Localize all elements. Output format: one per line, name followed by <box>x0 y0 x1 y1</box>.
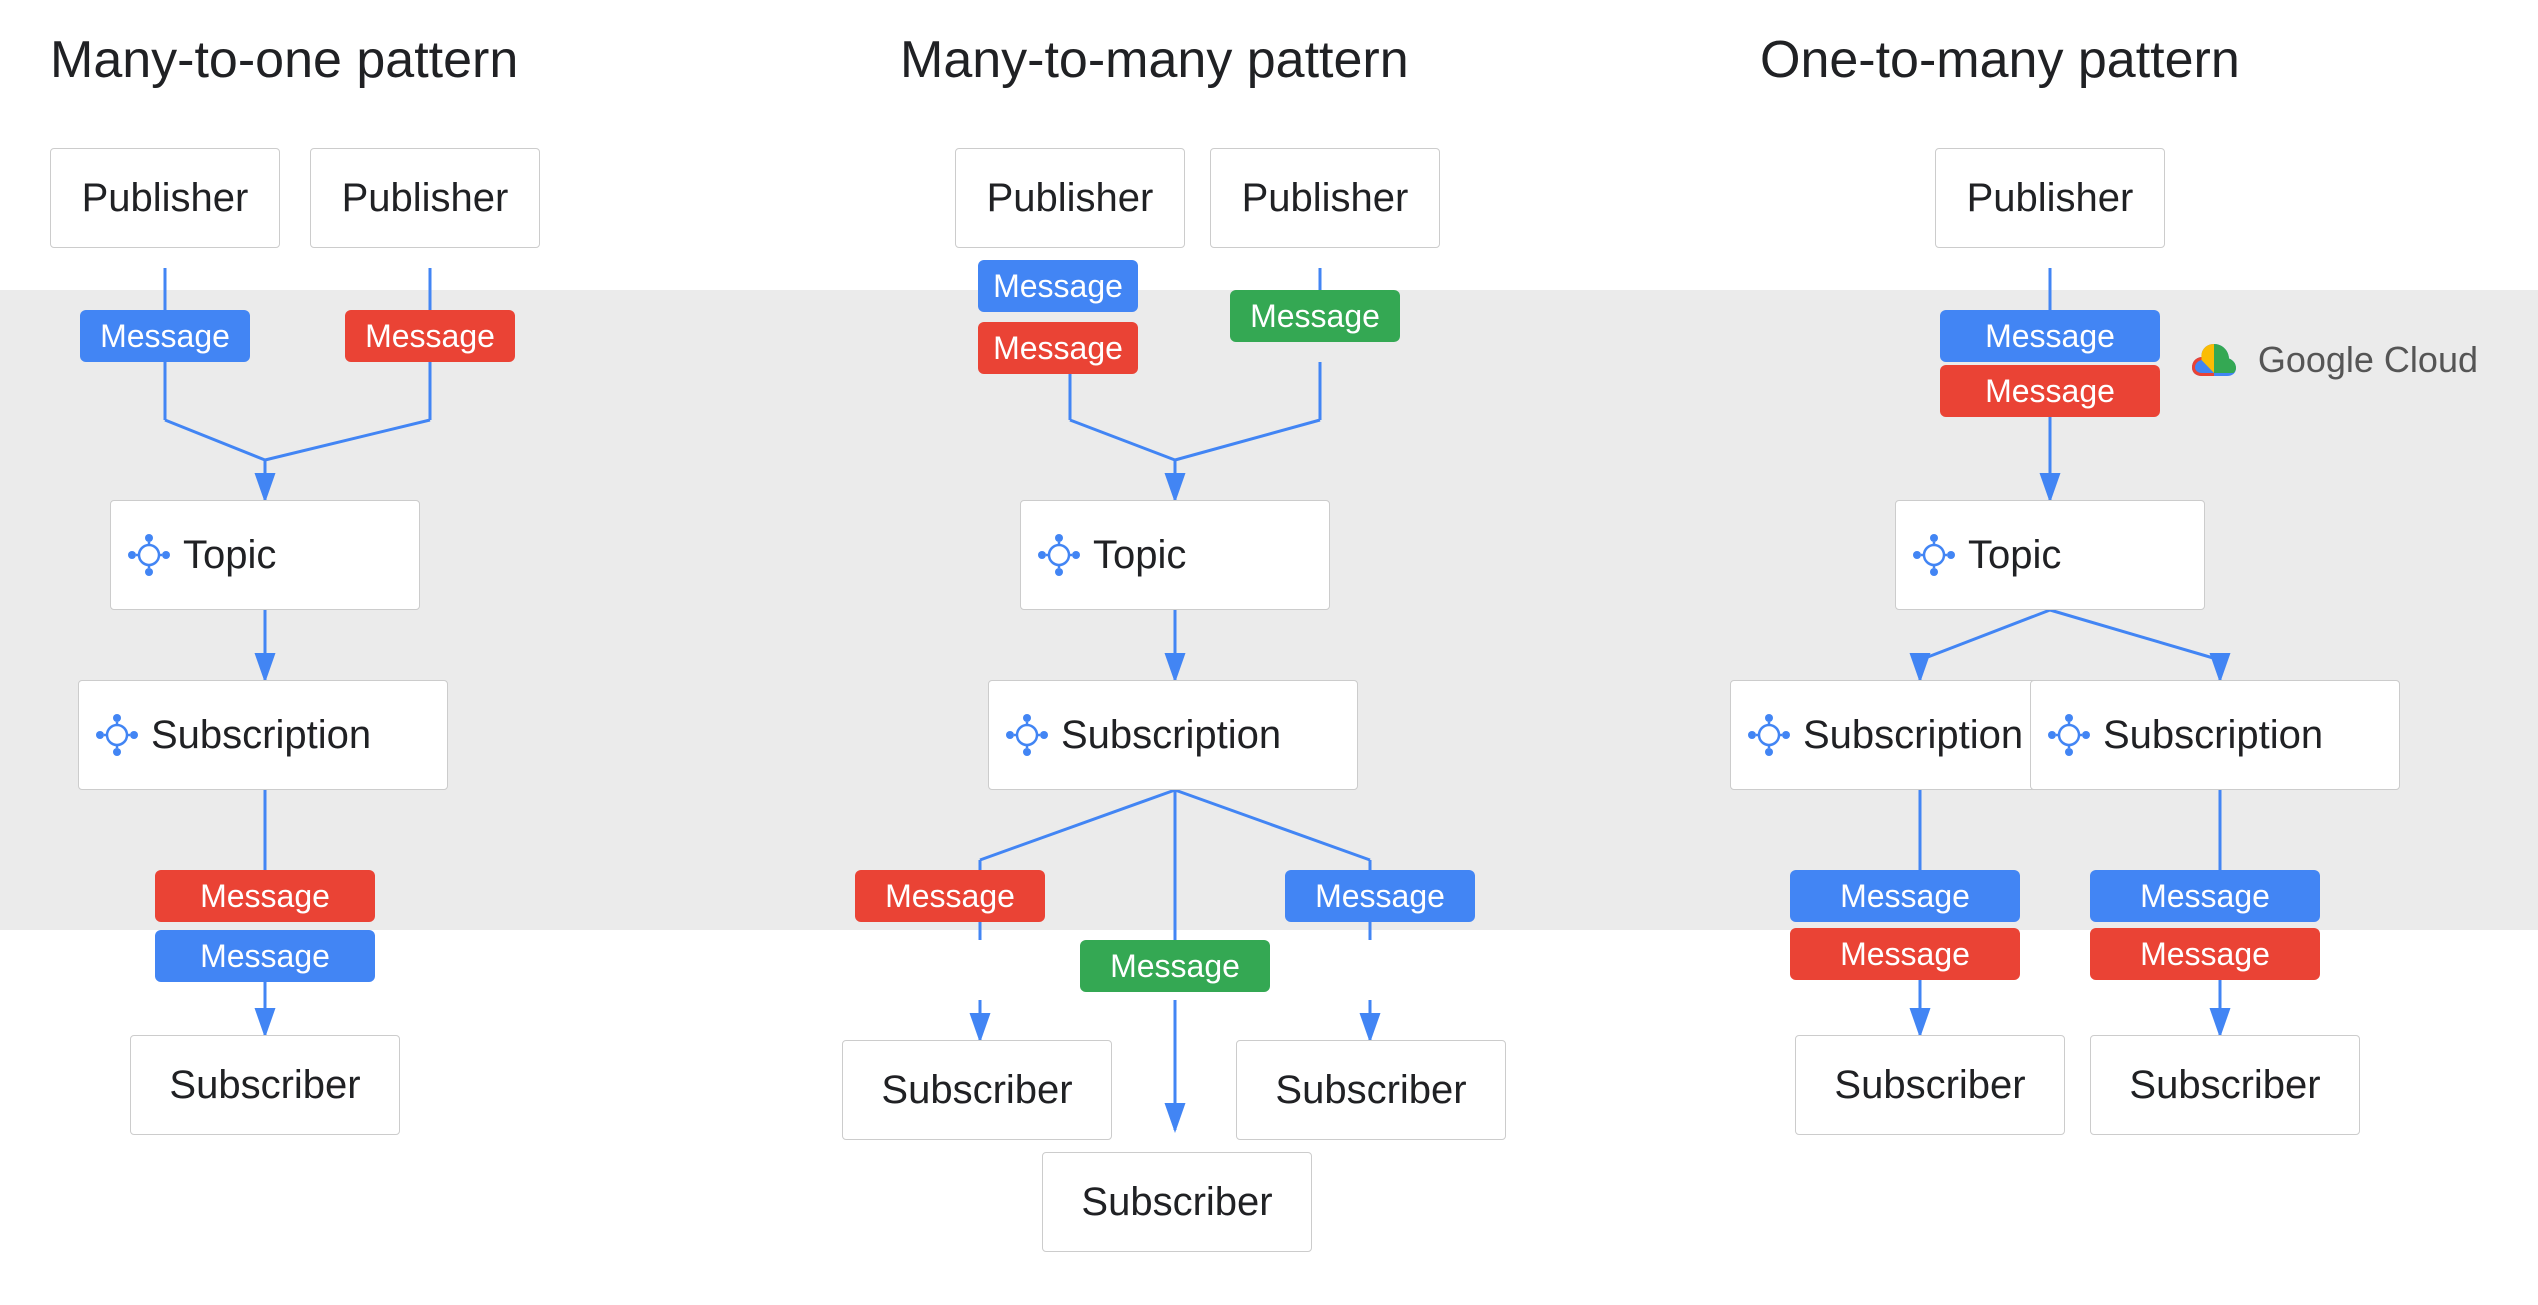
publisher-1: Publisher <box>50 148 280 248</box>
subscription-mm-label: Subscription <box>1061 713 1281 758</box>
msg-green-mm-center: Message <box>1080 940 1270 992</box>
publisher-1-label: Publisher <box>82 176 249 221</box>
subscriber-mm-right-label: Subscriber <box>1275 1068 1466 1113</box>
title-one-to-many: One-to-many pattern <box>1760 30 2240 90</box>
pubsub-icon-sub-otm-left <box>1745 711 1793 759</box>
pubsub-icon-topic-otm <box>1910 531 1958 579</box>
msg-blue-pub1-label: Message <box>100 318 230 355</box>
pubsub-icon-sub-m1 <box>93 711 141 759</box>
msg-red-otm-sub-right-bottom: Message <box>2090 928 2320 980</box>
msg-red-pub3-label: Message <box>993 330 1123 367</box>
msg-red-otm-sub-right-bottom-label: Message <box>2140 936 2270 973</box>
msg-red-mm-left: Message <box>855 870 1045 922</box>
topic-otm: Topic <box>1895 500 2205 610</box>
msg-green-pub4-label: Message <box>1250 298 1380 335</box>
publisher-2-label: Publisher <box>342 176 509 221</box>
msg-blue-otm-sub-left-top: Message <box>1790 870 2020 922</box>
subscriber-otm-left: Subscriber <box>1795 1035 2065 1135</box>
publisher-4: Publisher <box>1210 148 1440 248</box>
subscription-otm-left-label: Subscription <box>1803 713 2023 758</box>
main-container: Many-to-one pattern Publisher Publisher … <box>0 0 2538 1305</box>
msg-red-otm-sub-left-bottom: Message <box>1790 928 2020 980</box>
subscription-m1: Subscription <box>78 680 448 790</box>
publisher-3-label: Publisher <box>987 176 1154 221</box>
msg-blue-mm-right: Message <box>1285 870 1475 922</box>
pubsub-icon-sub-mm <box>1003 711 1051 759</box>
msg-red-pub3: Message <box>978 322 1138 374</box>
subscriber-otm-left-label: Subscriber <box>1834 1063 2025 1108</box>
msg-blue-pub3-label: Message <box>993 268 1123 305</box>
msg-red-m1-bottom: Message <box>155 870 375 922</box>
publisher-otm-label: Publisher <box>1967 176 2134 221</box>
msg-blue-m1-bottom-label: Message <box>200 938 330 975</box>
msg-blue-otm-label: Message <box>1985 318 2115 355</box>
subscriber-mm-left-label: Subscriber <box>881 1068 1072 1113</box>
msg-blue-mm-right-label: Message <box>1315 878 1445 915</box>
topic-otm-label: Topic <box>1968 533 2061 578</box>
msg-red-pub2-label: Message <box>365 318 495 355</box>
msg-blue-pub3: Message <box>978 260 1138 312</box>
topic-m1-label: Topic <box>183 533 276 578</box>
msg-blue-m1-bottom: Message <box>155 930 375 982</box>
subscriber-m1-label: Subscriber <box>169 1063 360 1108</box>
publisher-otm: Publisher <box>1935 148 2165 248</box>
msg-green-mm-center-label: Message <box>1110 948 1240 985</box>
topic-mm-label: Topic <box>1093 533 1186 578</box>
pubsub-icon-topic-m1 <box>125 531 173 579</box>
msg-red-mm-left-label: Message <box>885 878 1015 915</box>
msg-green-pub4: Message <box>1230 290 1400 342</box>
subscription-mm: Subscription <box>988 680 1358 790</box>
msg-red-otm: Message <box>1940 365 2160 417</box>
msg-blue-pub1: Message <box>80 310 250 362</box>
subscription-otm-right-label: Subscription <box>2103 713 2323 758</box>
subscription-m1-label: Subscription <box>151 713 371 758</box>
google-cloud-icon <box>2184 330 2244 390</box>
publisher-2: Publisher <box>310 148 540 248</box>
subscriber-otm-right-label: Subscriber <box>2129 1063 2320 1108</box>
google-cloud-text: Google Cloud <box>2258 339 2478 381</box>
msg-blue-otm-sub-right-top: Message <box>2090 870 2320 922</box>
topic-mm: Topic <box>1020 500 1330 610</box>
msg-red-otm-label: Message <box>1985 373 2115 410</box>
msg-red-m1-bottom-label: Message <box>200 878 330 915</box>
subscriber-mm-bottom: Subscriber <box>1042 1152 1312 1252</box>
msg-blue-otm: Message <box>1940 310 2160 362</box>
subscriber-m1: Subscriber <box>130 1035 400 1135</box>
subscription-otm-right: Subscription <box>2030 680 2400 790</box>
subscriber-otm-right: Subscriber <box>2090 1035 2360 1135</box>
subscriber-mm-bottom-label: Subscriber <box>1081 1180 1272 1225</box>
publisher-3: Publisher <box>955 148 1185 248</box>
msg-red-otm-sub-left-bottom-label: Message <box>1840 936 1970 973</box>
subscriber-mm-right: Subscriber <box>1236 1040 1506 1140</box>
topic-m1: Topic <box>110 500 420 610</box>
msg-blue-otm-sub-left-top-label: Message <box>1840 878 1970 915</box>
publisher-4-label: Publisher <box>1242 176 1409 221</box>
title-many-to-many: Many-to-many pattern <box>900 30 1409 90</box>
msg-red-pub2: Message <box>345 310 515 362</box>
subscriber-mm-left: Subscriber <box>842 1040 1112 1140</box>
google-cloud-badge: Google Cloud <box>2184 330 2478 390</box>
msg-blue-otm-sub-right-top-label: Message <box>2140 878 2270 915</box>
pubsub-icon-sub-otm-right <box>2045 711 2093 759</box>
title-many-to-one: Many-to-one pattern <box>50 30 518 90</box>
pubsub-icon-topic-mm <box>1035 531 1083 579</box>
